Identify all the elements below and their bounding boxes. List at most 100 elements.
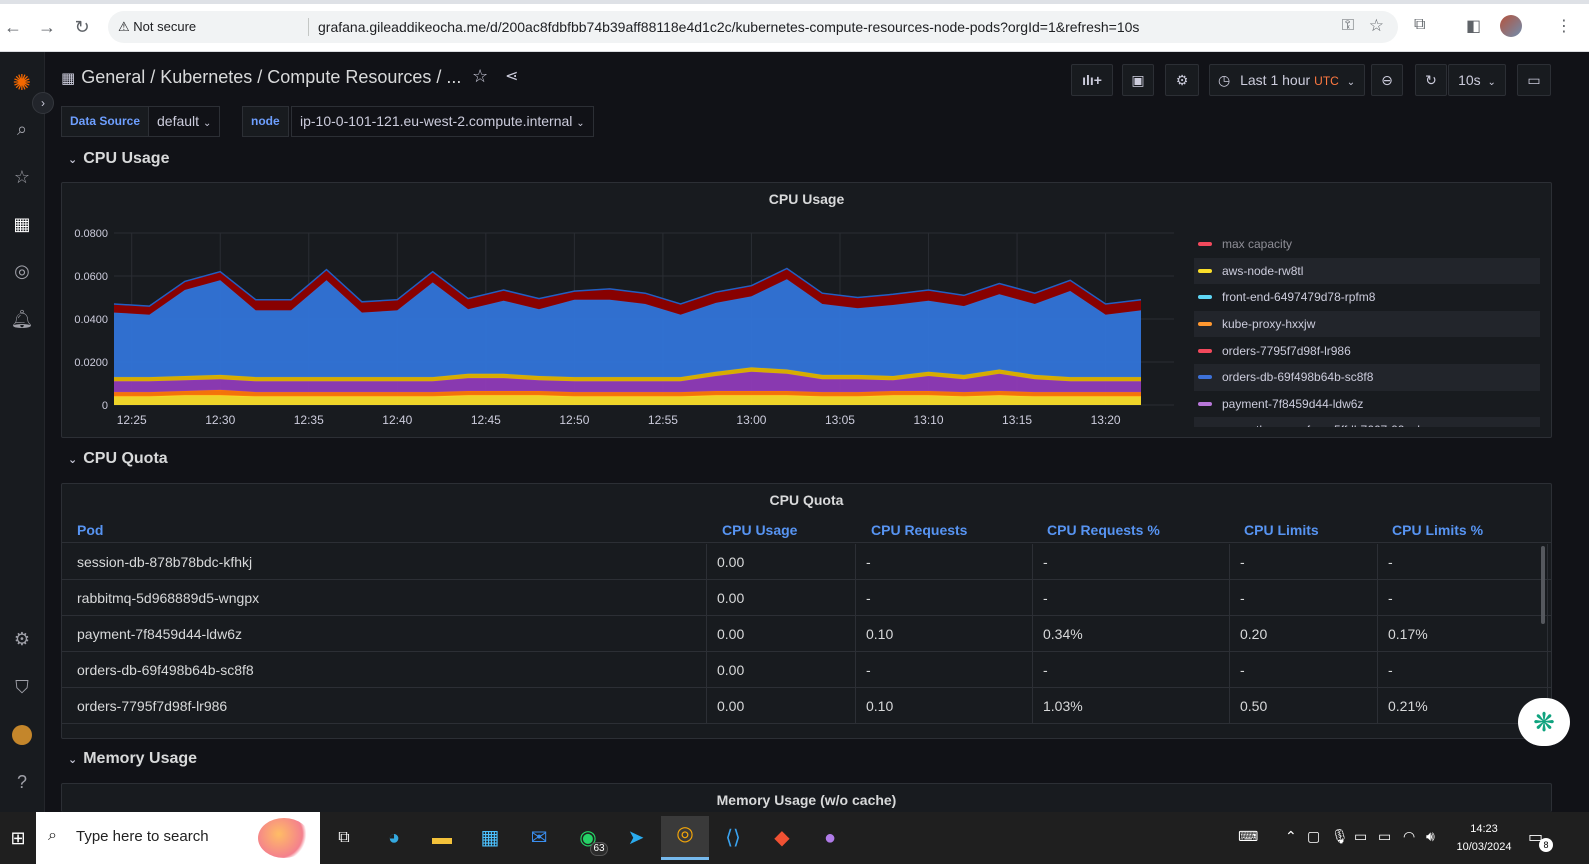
address-bar[interactable]: ⚠ Not secure grafana.gileaddikeocha.me/d… xyxy=(108,11,1398,43)
tv-mode-button[interactable]: ▭ xyxy=(1517,64,1551,96)
side-panel-icon[interactable]: ◧ xyxy=(1466,16,1481,36)
legend-item[interactable]: aws-node-rw8tl xyxy=(1194,257,1540,285)
table-row[interactable]: orders-db-69f498b64b-sc8f8 0.00- - - - xyxy=(62,652,1551,688)
table-row[interactable]: orders-7795f7d98f-lr986 0.00 0.10 1.03% 0.50… xyxy=(62,688,1551,724)
legend-item[interactable]: payment-7f8459d44-ldw6z xyxy=(1194,391,1540,418)
memory-usage-panel: Memory Usage (w/o cache) xyxy=(61,783,1552,812)
table-cell: - xyxy=(1033,652,1230,688)
edge-icon[interactable]: ◕ xyxy=(376,820,412,856)
breadcrumb-text[interactable]: General / Kubernetes / Compute Resources… xyxy=(81,67,461,87)
chrome-icon[interactable]: ◎ xyxy=(661,816,709,860)
alerting-bell-icon[interactable]: 🔔︎ xyxy=(7,304,37,334)
notification-center-icon[interactable]: ▭ 8 xyxy=(1528,827,1553,852)
reload-icon[interactable]: ↻ xyxy=(71,16,93,38)
display-icon[interactable]: ▭ xyxy=(1354,828,1367,845)
table-row[interactable]: payment-7f8459d44-ldw6z 0.00 0.10 0.34% 0.20… xyxy=(62,616,1551,652)
profile-avatar[interactable] xyxy=(1500,15,1522,37)
x-tick-label: 12:45 xyxy=(471,413,501,427)
volume-icon[interactable]: 🔊︎ xyxy=(1426,828,1435,845)
row-cpu-quota[interactable]: ⌄ CPU Quota xyxy=(68,450,168,468)
microphone-icon[interactable]: 🎙︎ xyxy=(1331,828,1349,845)
password-key-icon[interactable]: ⚿ xyxy=(1342,17,1354,35)
back-icon[interactable]: ← xyxy=(2,16,24,38)
chatgpt-extension-icon[interactable]: ❋ xyxy=(1518,698,1570,746)
legend-item[interactable]: kube-proxy-hxxjw xyxy=(1194,310,1540,338)
url-text[interactable]: grafana.gileaddikeocha.me/d/200ac8fdbfbb… xyxy=(318,19,1139,35)
search-icon[interactable]: ⌕ xyxy=(7,114,37,144)
column-header-cpu-usage[interactable]: CPU Usage xyxy=(722,522,797,538)
row-collapse-chevron-icon: ⌄ xyxy=(68,754,78,766)
help-icon[interactable]: ? xyxy=(7,767,37,797)
legend-item[interactable]: orders-db-69f498b64b-sc8f8 xyxy=(1194,363,1540,391)
table-row[interactable]: session-db-878b78bdc-kfhkj 0.00- - - - xyxy=(62,544,1551,580)
x-tick-label: 12:50 xyxy=(559,413,589,427)
mail-icon[interactable]: ✉ xyxy=(521,820,557,856)
legend-item[interactable]: front-end-6497479d78-rpfm8 xyxy=(1194,284,1540,311)
node-variable-select[interactable]: ip-10-0-101-121.eu-west-2.compute.intern… xyxy=(291,106,594,137)
task-view-icon[interactable]: ⧉ xyxy=(326,820,362,856)
x-tick-label: 12:55 xyxy=(648,413,678,427)
row-memory-usage[interactable]: ⌄ Memory Usage xyxy=(68,750,197,768)
table-scrollbar[interactable] xyxy=(1541,546,1545,624)
refresh-interval-label: 10s xyxy=(1458,72,1481,88)
configuration-gear-icon[interactable]: ⚙ xyxy=(7,624,37,654)
meet-now-icon[interactable]: ▢ xyxy=(1307,828,1320,845)
bookmark-star-icon[interactable]: ☆ xyxy=(1369,16,1384,36)
battery-icon[interactable]: ▭ xyxy=(1378,828,1391,845)
dashboards-icon[interactable]: ▦ xyxy=(7,209,37,239)
whatsapp-icon[interactable]: ◉ 63 xyxy=(570,820,608,856)
wifi-icon[interactable]: ◠ xyxy=(1403,828,1415,845)
panel-title[interactable]: Memory Usage (w/o cache) xyxy=(62,792,1551,808)
time-range-picker[interactable]: ◷ Last 1 hour UTC ⌄ xyxy=(1209,64,1365,96)
breadcrumb[interactable]: ▦ General / Kubernetes / Compute Resource… xyxy=(61,67,461,88)
not-secure-indicator[interactable]: ⚠ Not secure xyxy=(118,19,196,35)
column-header-cpu-requests-percent[interactable]: CPU Requests % xyxy=(1047,522,1160,538)
legend-item[interactable]: orders-7795f7d98f-lr986 xyxy=(1194,337,1540,364)
legend-item[interactable]: max capacity xyxy=(1194,231,1540,258)
system-clock[interactable]: 14:23 10/03/2024 xyxy=(1452,820,1516,856)
table-row[interactable]: rabbitmq-5d968889d5-wngpx 0.00- - - - xyxy=(62,580,1551,616)
cpu-usage-chart[interactable]: 0 0.0200 0.0400 0.0600 0.0800 12:25 12:30 12:35… xyxy=(62,183,1192,438)
column-header-cpu-limits[interactable]: CPU Limits xyxy=(1244,522,1319,538)
refresh-button[interactable]: ↻ xyxy=(1415,64,1447,96)
explore-icon[interactable]: ◎ xyxy=(7,256,37,286)
server-admin-shield-icon[interactable]: ⛉ xyxy=(7,672,37,702)
dashboard-settings-button[interactable]: ⚙ xyxy=(1165,64,1199,96)
grafana-logo-icon[interactable]: ✺ xyxy=(7,68,37,98)
row-cpu-usage[interactable]: ⌄ CPU Usage xyxy=(68,150,169,168)
microsoft-store-icon[interactable]: ▦ xyxy=(472,820,508,856)
telegram-icon[interactable]: ➤ xyxy=(618,820,654,856)
windows-taskbar: ⊞ ⌕ Type here to search ⧉ ◕ ▬ ▦ ✉ ◉ 63 ➤ … xyxy=(0,812,1589,864)
extensions-icon[interactable]: ⧉ xyxy=(1414,16,1425,34)
legend-item[interactable]: prometheus-grafana-5ffdb7667-99nzh xyxy=(1194,417,1540,427)
git-icon[interactable]: ◆ xyxy=(764,820,800,856)
chart-legend: max capacity aws-node-rw8tl front-end-6497… xyxy=(1194,231,1540,427)
datasource-variable-select[interactable]: default ⌄ xyxy=(148,106,221,137)
star-dashboard-icon[interactable]: ☆ xyxy=(472,66,488,87)
share-icon[interactable]: ⋖ xyxy=(505,66,518,86)
keyboard-icon[interactable]: ⌨ xyxy=(1238,828,1258,845)
save-dashboard-button[interactable]: ▣ xyxy=(1122,64,1154,96)
forward-icon[interactable]: → xyxy=(36,16,58,38)
chevron-down-icon: ⌄ xyxy=(202,118,212,129)
vscode-icon[interactable]: ⟨⟩ xyxy=(715,820,751,856)
taskbar-search[interactable]: ⌕ Type here to search xyxy=(36,812,320,864)
panel-title[interactable]: CPU Quota xyxy=(62,492,1551,508)
add-panel-button[interactable]: ılı+ xyxy=(1071,64,1113,96)
legend-label: aws-node-rw8tl xyxy=(1222,263,1304,278)
expand-sidebar-chevron-icon[interactable]: › xyxy=(32,92,54,114)
starred-icon[interactable]: ☆ xyxy=(7,162,37,192)
refresh-interval-picker[interactable]: 10s ⌄ xyxy=(1448,64,1506,96)
column-header-cpu-limits-percent[interactable]: CPU Limits % xyxy=(1392,522,1483,538)
search-icon: ⌕ xyxy=(48,827,57,844)
show-hidden-icons-chevron-icon[interactable]: ⌃ xyxy=(1285,828,1297,845)
browser-menu-icon[interactable]: ⋮ xyxy=(1556,16,1572,36)
legend-label: orders-db-69f498b64b-sc8f8 xyxy=(1222,370,1374,385)
column-header-pod[interactable]: Pod xyxy=(77,522,103,538)
column-header-cpu-requests[interactable]: CPU Requests xyxy=(871,522,967,538)
user-avatar-icon[interactable] xyxy=(7,719,37,749)
github-desktop-icon[interactable]: ● xyxy=(812,820,848,856)
windows-start-icon[interactable]: ⊞ xyxy=(0,812,36,864)
file-explorer-icon[interactable]: ▬ xyxy=(424,820,460,856)
zoom-out-button[interactable]: ⊖ xyxy=(1371,64,1403,96)
